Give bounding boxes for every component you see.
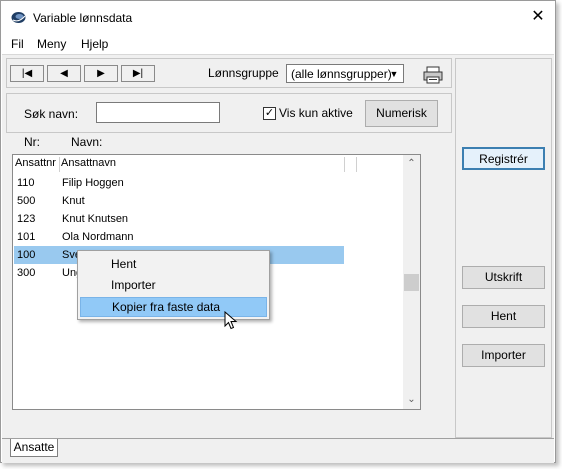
register-button[interactable]: Registrér (462, 147, 545, 170)
name-label: Navn: (71, 135, 103, 149)
context-menu-item-importer[interactable]: Importer (80, 275, 267, 295)
fetch-button[interactable]: Hent (462, 305, 545, 328)
context-menu: Hent Importer Kopier fra faste data (77, 250, 270, 320)
scroll-up-icon[interactable]: ⌃ (403, 155, 420, 172)
employee-name: Filip Hoggen (62, 177, 124, 189)
employee-name: Ola Nordmann (62, 231, 134, 243)
group-select-value: (alle lønnsgrupper) (291, 67, 392, 81)
search-input[interactable] (96, 102, 220, 123)
table-row[interactable]: 110 Filip Hoggen (14, 174, 344, 192)
app-logo-icon (11, 12, 26, 23)
nr-label: Nr: (24, 135, 40, 149)
context-menu-item-hent[interactable]: Hent (80, 254, 267, 274)
toolbar: |◀ ◀ ▶ ▶| Lønnsgruppe (alle lønnsgrupper… (6, 58, 452, 88)
filter-panel: Søk navn: ✓ Vis kun aktive Numerisk (6, 93, 452, 133)
employee-nr: 100 (17, 249, 36, 261)
context-menu-item-kopier[interactable]: Kopier fra faste data (80, 297, 267, 317)
tab-ansatte[interactable]: Ansatte (10, 439, 58, 457)
menu-hjelp[interactable]: Hjelp (81, 37, 108, 51)
printer-icon[interactable] (420, 65, 446, 85)
column-header-extra (345, 157, 357, 172)
app-window: Variable lønnsdata ✕ Fil Meny Hjelp |◀ ◀… (0, 0, 556, 463)
last-record-button[interactable]: ▶| (121, 65, 155, 82)
scrollbar-thumb[interactable] (404, 274, 419, 291)
group-label: Lønnsgruppe (208, 66, 279, 80)
close-icon[interactable]: ✕ (528, 7, 548, 27)
column-header-ansattnr[interactable]: Ansattnr (15, 157, 60, 172)
tab-strip: Ansatte (2, 438, 554, 463)
main-panel: |◀ ◀ ▶ ▶| Lønnsgruppe (alle lønnsgrupper… (2, 54, 554, 439)
table-row[interactable]: 500 Knut (14, 192, 344, 210)
title-bar[interactable]: Variable lønnsdata ✕ (1, 1, 555, 33)
menu-meny[interactable]: Meny (37, 37, 66, 51)
employee-nr: 101 (17, 231, 36, 243)
prev-record-button[interactable]: ◀ (47, 65, 81, 82)
table-row[interactable]: 123 Knut Knutsen (14, 210, 344, 228)
scroll-down-icon[interactable]: ⌄ (403, 391, 420, 408)
employee-name: Knut Knutsen (62, 213, 129, 225)
employee-nr: 123 (17, 213, 36, 225)
employee-nr: 110 (17, 177, 35, 189)
menu-bar: Fil Meny Hjelp (1, 33, 555, 54)
menu-fil[interactable]: Fil (11, 37, 24, 51)
employee-name: Knut (62, 195, 85, 207)
first-record-button[interactable]: |◀ (10, 65, 44, 82)
import-button[interactable]: Importer (462, 344, 545, 367)
window-title: Variable lønnsdata (33, 11, 133, 25)
chevron-down-icon: ▼ (389, 69, 399, 79)
search-label: Søk navn: (24, 107, 79, 121)
print-button[interactable]: Utskrift (462, 266, 545, 289)
next-record-button[interactable]: ▶ (84, 65, 118, 82)
mouse-cursor-icon (224, 311, 238, 330)
group-select[interactable]: (alle lønnsgrupper) ▼ (286, 64, 404, 83)
employee-nr: 300 (17, 267, 36, 279)
active-only-label: Vis kun aktive (279, 106, 353, 120)
active-only-checkbox[interactable]: ✓ (263, 107, 276, 120)
employee-nr: 500 (17, 195, 36, 207)
column-header-ansattnavn[interactable]: Ansattnavn (61, 157, 345, 172)
vertical-scrollbar[interactable]: ⌃ ⌄ (403, 155, 420, 409)
side-panel: Registrér Utskrift Hent Importer (455, 58, 552, 438)
table-row[interactable]: 101 Ola Nordmann (14, 228, 344, 246)
numeric-button[interactable]: Numerisk (365, 100, 438, 127)
